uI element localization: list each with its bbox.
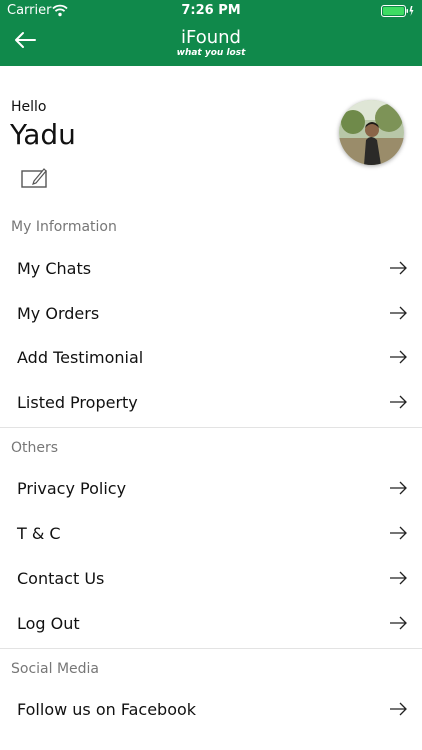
right-arrow-icon [390, 571, 407, 585]
menu-item-label: Contact Us [17, 569, 105, 588]
status-time: 7:26 PM [181, 3, 241, 18]
menu-item-label: My Orders [17, 304, 100, 323]
right-arrow-icon [390, 526, 407, 540]
right-arrow-icon [390, 306, 407, 320]
right-arrow-icon [390, 702, 407, 716]
right-arrow-icon [390, 261, 407, 275]
menu-item-privacy-policy[interactable]: Privacy Policy [0, 468, 422, 512]
section-label-others: Others [11, 440, 59, 456]
menu-item-log-out[interactable]: Log Out [0, 603, 422, 647]
status-bar: Carrier 7:26 PM [0, 0, 422, 22]
right-arrow-icon [390, 481, 407, 495]
avatar[interactable] [339, 100, 404, 165]
battery-icon [381, 5, 414, 17]
menu-item-my-orders[interactable]: My Orders [0, 293, 422, 337]
menu-item-follow-facebook[interactable]: Follow us on Facebook [0, 689, 422, 733]
menu-item-label: Privacy Policy [17, 479, 127, 498]
right-arrow-icon [390, 395, 407, 409]
menu-item-my-chats[interactable]: My Chats [0, 248, 422, 292]
section-label-social-media: Social Media [11, 661, 100, 677]
menu-item-label: T & C [17, 524, 61, 543]
greeting: Hello [11, 99, 47, 115]
menu-item-label: Listed Property [17, 393, 138, 412]
right-arrow-icon [390, 350, 407, 364]
user-name: Yadu [10, 118, 76, 151]
menu-item-label: Log Out [17, 614, 80, 633]
app-header: Carrier 7:26 PM iFound what you lost [0, 0, 422, 66]
menu-item-label: My Chats [17, 259, 92, 278]
section-label-my-information: My Information [11, 219, 117, 235]
menu-item-add-testimonial[interactable]: Add Testimonial [0, 337, 422, 381]
section-divider [0, 648, 422, 649]
avatar-photo [339, 100, 404, 165]
menu-item-listed-property[interactable]: Listed Property [0, 382, 422, 426]
app-title: iFound [181, 27, 241, 48]
right-arrow-icon [390, 616, 407, 630]
menu-item-terms[interactable]: T & C [0, 513, 422, 557]
section-divider [0, 427, 422, 428]
app-subtitle: what you lost [176, 48, 246, 58]
edit-icon[interactable] [20, 165, 49, 189]
menu-item-label: Follow us on Facebook [17, 700, 197, 719]
menu-item-contact-us[interactable]: Contact Us [0, 558, 422, 602]
menu-item-label: Add Testimonial [17, 348, 144, 367]
